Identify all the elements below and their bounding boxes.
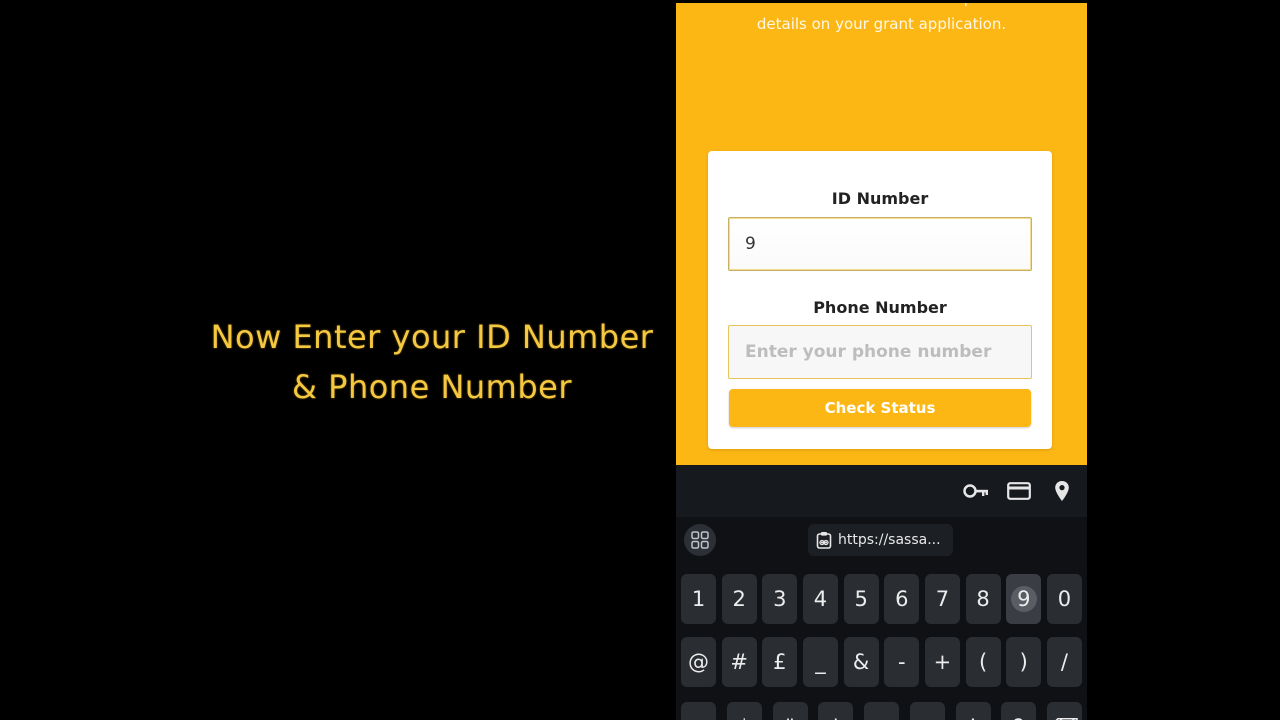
- clipboard-suggestion-chip[interactable]: https://sassa...: [808, 524, 953, 556]
- key-icon[interactable]: [962, 478, 990, 504]
- key-plus[interactable]: +: [924, 637, 960, 687]
- intro-text: and Phone Number to access up-to-date de…: [696, 3, 1067, 37]
- key-minus[interactable]: -: [884, 637, 920, 687]
- number-row: 1 2 3 4 5 6 7 8 9 0: [681, 574, 1082, 624]
- clipboard-link-icon: [816, 531, 832, 549]
- key-single-quote[interactable]: ': [818, 702, 854, 720]
- key-4[interactable]: 4: [802, 574, 838, 624]
- key-hash[interactable]: #: [721, 637, 757, 687]
- phone-number-label: Phone Number: [813, 298, 947, 317]
- key-colon[interactable]: :: [864, 702, 899, 720]
- key-asterisk[interactable]: *: [726, 702, 762, 720]
- caption-line-1: Now Enter your ID Number: [210, 318, 654, 356]
- key-2[interactable]: 2: [721, 574, 757, 624]
- key-semicolon[interactable]: ;: [909, 702, 945, 720]
- key-open-paren[interactable]: (: [965, 637, 1001, 687]
- key-slash[interactable]: /: [1046, 637, 1082, 687]
- key-close-paren[interactable]: ): [1006, 637, 1042, 687]
- autofill-toolbar: [676, 465, 1087, 517]
- key-3[interactable]: 3: [762, 574, 798, 624]
- intro-line-1: and Phone Number to access up-to-date: [696, 3, 1067, 11]
- intro-line-2: details on your grant application.: [756, 15, 1007, 33]
- key-tilde[interactable]: ~: [681, 702, 716, 720]
- key-6[interactable]: 6: [884, 574, 920, 624]
- key-double-quote[interactable]: ": [772, 702, 808, 720]
- key-underscore[interactable]: _: [802, 637, 838, 687]
- screen: Now Enter your ID Number & Phone Number …: [0, 0, 1280, 720]
- credit-card-icon[interactable]: [1006, 478, 1032, 504]
- key-at[interactable]: @: [681, 637, 716, 687]
- key-0[interactable]: 0: [1046, 574, 1082, 624]
- key-exclamation[interactable]: !: [955, 702, 991, 720]
- symbol-row-2: ~ * " ' : ; ! ? ⌫: [681, 702, 1082, 720]
- status-check-form: ID Number Phone Number Check Status: [708, 151, 1052, 449]
- phone-number-input[interactable]: [728, 325, 1032, 379]
- key-question[interactable]: ?: [1001, 702, 1037, 720]
- key-pound[interactable]: £: [762, 637, 798, 687]
- key-7[interactable]: 7: [924, 574, 960, 624]
- phone-screen: and Phone Number to access up-to-date de…: [676, 0, 1087, 720]
- key-ampersand[interactable]: &: [843, 637, 879, 687]
- apps-grid-icon[interactable]: [684, 524, 716, 556]
- clipboard-url-text: https://sassa...: [838, 532, 941, 548]
- symbol-row: @ # £ _ & - + ( ) /: [681, 637, 1082, 687]
- id-number-label: ID Number: [831, 189, 929, 208]
- webpage-content[interactable]: and Phone Number to access up-to-date de…: [676, 3, 1087, 465]
- id-number-input[interactable]: [728, 217, 1032, 271]
- on-screen-keyboard: https://sassa... 1 2 3 4 5 6 7 8 9 0 @ #…: [676, 517, 1087, 720]
- backspace-key[interactable]: ⌫: [1047, 702, 1082, 720]
- caption-line-2: & Phone Number: [292, 368, 572, 406]
- key-9-label: 9: [1010, 586, 1037, 612]
- key-1[interactable]: 1: [681, 574, 716, 624]
- key-8[interactable]: 8: [965, 574, 1001, 624]
- video-caption: Now Enter your ID Number & Phone Number: [190, 312, 674, 412]
- check-status-button[interactable]: Check Status: [729, 389, 1031, 427]
- location-pin-icon[interactable]: [1052, 478, 1072, 504]
- key-9[interactable]: 9: [1006, 574, 1042, 624]
- key-5[interactable]: 5: [843, 574, 879, 624]
